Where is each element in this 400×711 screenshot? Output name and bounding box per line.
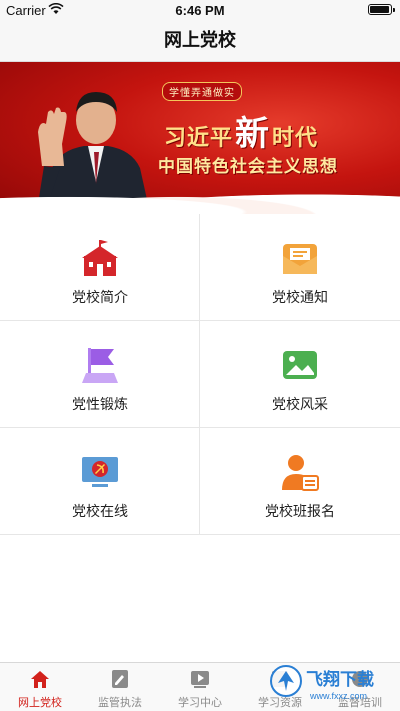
banner-tagline: 学懂弄通做实 — [162, 82, 242, 101]
banner-cloud-decoration — [0, 182, 400, 214]
tab-label: 网上党校 — [18, 696, 62, 709]
grid-item-school-intro[interactable]: 党校简介 — [0, 214, 200, 321]
grid-item-party-training[interactable]: 党性锻炼 — [0, 321, 200, 428]
banner-carousel[interactable]: 学懂弄通做实 习近平新时代 中国特色社会主义思想 — [0, 62, 400, 214]
page-title: 网上党校 — [164, 30, 236, 51]
home-icon — [31, 671, 49, 688]
banner-subline: 中国特色社会主义思想 — [158, 157, 338, 177]
tab-label: 监管执法 — [98, 696, 142, 709]
grid-item-label: 党校班报名 — [265, 504, 335, 520]
navigation-bar: 网上党校 — [0, 20, 400, 62]
user-registration-icon — [282, 455, 319, 491]
tab-online-school[interactable]: 网上党校 — [0, 663, 80, 711]
status-time: 6:46 PM — [175, 3, 225, 18]
grid-item-label: 党校通知 — [272, 290, 328, 306]
tab-learning-center[interactable]: 学习中心 — [160, 663, 240, 711]
party-emblem-monitor-icon — [82, 457, 118, 487]
tab-supervision[interactable]: 监管执法 — [80, 663, 160, 711]
flag-icon — [82, 348, 118, 383]
clipboard-icon — [112, 670, 128, 688]
tab-label: 学习中心 — [178, 696, 222, 709]
banner-headline-post: 时代 — [272, 126, 319, 151]
status-bar: Carrier 6:46 PM — [0, 0, 400, 20]
grid-item-label: 党校在线 — [72, 504, 128, 520]
grid-item-label: 党校风采 — [272, 397, 328, 413]
grid-item-label: 党校简介 — [72, 290, 128, 306]
grid-item-school-notice[interactable]: 党校通知 — [200, 214, 400, 321]
banner-headline-big: 新 — [235, 114, 271, 154]
site-watermark: 飞翔下载 www.fxxz.com — [270, 665, 374, 701]
school-building-icon — [82, 240, 118, 276]
grid-item-label: 党性锻炼 — [72, 397, 128, 413]
photo-landscape-icon — [283, 351, 317, 379]
watermark-title: 飞翔下载 — [306, 669, 374, 690]
grid-item-school-gallery[interactable]: 党校风采 — [200, 321, 400, 428]
grid-item-school-online[interactable]: 党校在线 — [0, 428, 200, 535]
banner-headline: 习近平新时代 — [164, 106, 394, 155]
mail-envelope-icon — [283, 244, 317, 274]
video-play-icon — [191, 671, 209, 688]
battery-icon — [368, 4, 395, 15]
banner-headline-pre: 习近平 — [164, 126, 234, 151]
grid-item-class-registration[interactable]: 党校班报名 — [200, 428, 400, 535]
watermark-url: www.fxxz.com — [309, 691, 367, 701]
